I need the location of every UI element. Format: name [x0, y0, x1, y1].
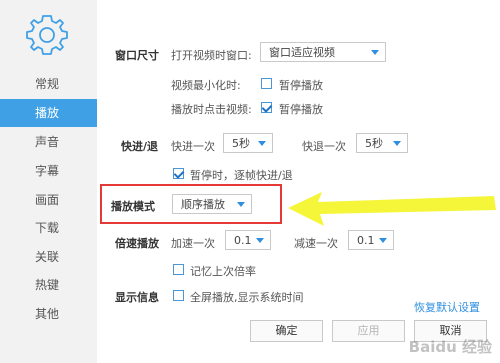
chevron-down-icon: [371, 50, 379, 55]
click-pause-label: 暂停播放: [279, 103, 323, 116]
speed-up-select[interactable]: 0.1: [225, 230, 271, 250]
window-size-title: 窗口尺寸: [115, 49, 159, 62]
play-mode-select[interactable]: 顺序播放: [172, 194, 252, 214]
play-mode-value: 顺序播放: [181, 198, 225, 211]
open-video-window-select[interactable]: 窗口适应视频: [260, 42, 386, 62]
sidebar-item-picture[interactable]: 画面: [0, 186, 97, 214]
speed-up-label: 加速一次: [171, 237, 215, 250]
remember-speed-label: 记忆上次倍率: [190, 265, 256, 278]
fullscreen-time-label: 全屏播放,显示系统时间: [190, 291, 304, 304]
speed-down-select[interactable]: 0.1: [348, 230, 394, 250]
sidebar-item-other[interactable]: 其他: [0, 300, 97, 328]
chevron-down-icon: [379, 238, 387, 243]
minimize-pause-checkbox[interactable]: [261, 78, 272, 89]
speed-up-value: 0.1: [234, 234, 252, 247]
restore-default-link[interactable]: 恢复默认设置: [414, 299, 480, 315]
settings-sidebar: 常规 播放 声音 字幕 画面 下载 关联 热键 其他: [0, 0, 97, 363]
speed-down-value: 0.1: [357, 234, 375, 247]
sidebar-item-association[interactable]: 关联: [0, 243, 97, 271]
speed-down-label: 减速一次: [294, 237, 338, 250]
open-video-window-value: 窗口适应视频: [269, 46, 335, 59]
display-info-title: 显示信息: [115, 291, 159, 304]
seek-forward-select[interactable]: 5秒: [223, 133, 273, 153]
remember-speed-checkbox[interactable]: [173, 264, 184, 275]
seek-title: 快进/退: [121, 140, 159, 153]
sidebar-item-hotkey[interactable]: 热键: [0, 271, 97, 299]
watermark-logo: Baidu 经验: [408, 338, 492, 356]
sidebar-item-sound[interactable]: 声音: [0, 128, 97, 156]
chevron-down-icon: [237, 202, 245, 207]
minimize-label: 视频最小化时:: [171, 79, 241, 92]
chevron-down-icon: [393, 141, 401, 146]
sidebar-item-general[interactable]: 常规: [0, 70, 97, 98]
apply-button[interactable]: 应用: [332, 320, 405, 342]
click-pause-checkbox[interactable]: [261, 102, 272, 113]
seek-back-select[interactable]: 5秒: [356, 133, 408, 153]
chevron-down-icon: [258, 141, 266, 146]
chevron-down-icon: [256, 238, 264, 243]
sidebar-item-playback[interactable]: 播放: [0, 99, 97, 127]
seek-forward-value: 5秒: [232, 137, 250, 150]
pause-frame-checkbox[interactable]: [173, 168, 184, 179]
seek-back-value: 5秒: [365, 137, 383, 150]
settings-panel: 窗口尺寸 打开视频时窗口: 窗口适应视频 视频最小化时: 暂停播放 播放时点击视…: [97, 0, 500, 363]
play-mode-title: 播放模式: [111, 200, 155, 213]
sidebar-item-subtitle[interactable]: 字幕: [0, 157, 97, 185]
seek-forward-label: 快进一次: [171, 140, 215, 153]
pause-frame-label: 暂停时，逐帧快进/退: [190, 169, 293, 182]
speed-title: 倍速播放: [115, 237, 159, 250]
minimize-pause-label: 暂停播放: [279, 79, 323, 92]
click-video-label: 播放时点击视频:: [171, 103, 252, 116]
gear-icon: [26, 15, 68, 55]
fullscreen-time-checkbox[interactable]: [173, 290, 184, 301]
annotation-arrow-icon: [288, 192, 496, 226]
seek-back-label: 快退一次: [302, 140, 346, 153]
ok-button[interactable]: 确定: [250, 320, 323, 342]
open-video-window-label: 打开视频时窗口:: [171, 49, 252, 62]
sidebar-item-download[interactable]: 下载: [0, 214, 97, 242]
